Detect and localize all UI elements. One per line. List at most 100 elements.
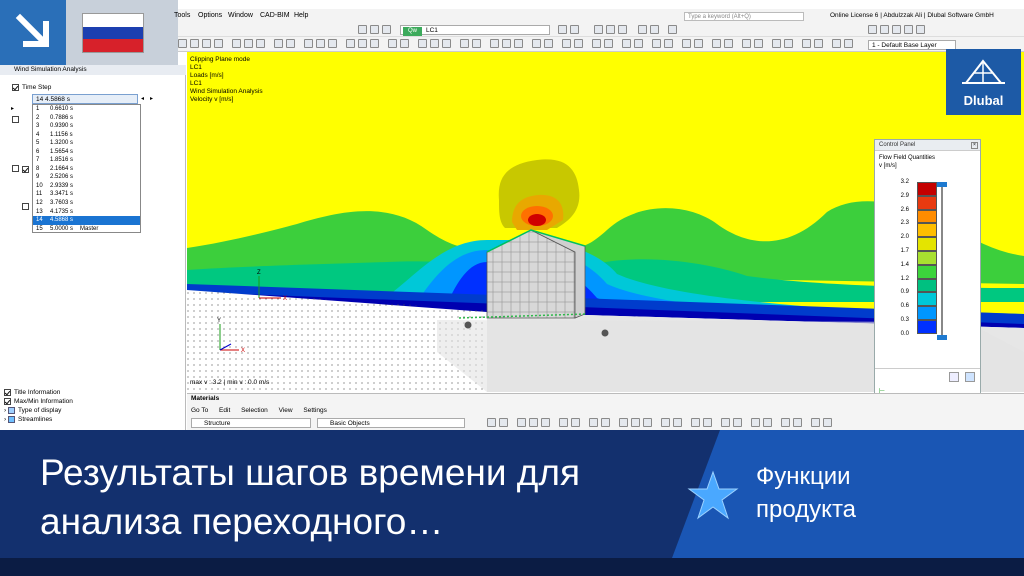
toolbar-button[interactable] [358,25,367,34]
toolbar-button[interactable] [190,39,199,48]
toolbar-button[interactable] [202,39,211,48]
time-step-item[interactable]: 13 4.1735 s [33,208,140,217]
toolbar-button[interactable] [442,39,451,48]
next-step-button[interactable]: ▸ [150,95,153,102]
menu-item-options[interactable]: Options [198,12,222,19]
objects-select[interactable]: Basic Objects [317,418,465,428]
toolbar-button[interactable] [634,39,643,48]
time-step-item[interactable]: 11 3.3471 s [33,190,140,199]
toolbar-button[interactable] [601,418,610,427]
toolbar-button[interactable] [400,39,409,48]
toolbar-button[interactable] [606,25,615,34]
menu-go-to[interactable]: Go To [191,407,208,414]
toolbar-button[interactable] [232,39,241,48]
toolbar-button[interactable] [784,39,793,48]
toolbar-button[interactable] [682,39,691,48]
time-step-item[interactable]: 6 1.5654 s [33,148,140,157]
toolbar-button[interactable] [823,418,832,427]
menu-item-tools[interactable]: Tools [174,12,190,19]
toolbar-button[interactable] [430,39,439,48]
toolbar-button[interactable] [388,39,397,48]
legend-slider-max-handle[interactable] [937,182,947,187]
toolbar-button[interactable] [844,39,853,48]
toolbar-button[interactable] [571,418,580,427]
toolbar-button[interactable] [544,39,553,48]
toolbar-button[interactable] [721,418,730,427]
menu-item-window[interactable]: Window [228,12,253,19]
menu-item-help[interactable]: Help [294,12,308,19]
time-step-item[interactable]: 12 3.7603 s [33,199,140,208]
option-checkbox[interactable] [4,388,11,396]
time-step-item[interactable]: 5 1.3200 s [33,139,140,148]
toolbar-button[interactable] [244,39,253,48]
toolbar-button[interactable] [664,39,673,48]
toolbar-button[interactable] [514,39,523,48]
toolbar-button[interactable] [382,25,391,34]
toolbar-button[interactable] [742,39,751,48]
toolbar-button[interactable] [346,39,355,48]
toolbar-button[interactable] [558,25,567,34]
toolbar-button[interactable] [532,39,541,48]
result-checkbox[interactable] [22,203,29,210]
toolbar-button[interactable] [668,25,677,34]
toolbar-button[interactable] [832,39,841,48]
toolbar-button[interactable] [487,418,496,427]
toolbar-button[interactable] [178,39,187,48]
toolbar-button[interactable] [370,25,379,34]
legend-slider-min-handle[interactable] [937,335,947,340]
toolbar-button[interactable] [592,39,601,48]
option-type-of-display[interactable]: › Type of display [4,406,73,415]
toolbar-button[interactable] [643,418,652,427]
result-checkbox[interactable] [12,116,19,123]
previous-step-button[interactable]: ◂ [141,95,144,102]
toolbar-button[interactable] [286,39,295,48]
toolbar-button[interactable] [868,25,877,34]
collapse-arrow-button[interactable] [0,0,66,65]
toolbar-button[interactable] [574,39,583,48]
time-step-item[interactable]: 9 2.5206 s [33,173,140,182]
toolbar-button[interactable] [328,39,337,48]
toolbar-button[interactable] [594,25,603,34]
toolbar-button[interactable] [490,39,499,48]
toolbar-button[interactable] [541,418,550,427]
toolbar-button[interactable] [604,39,613,48]
toolbar-button[interactable] [892,25,901,34]
toolbar-button[interactable] [562,39,571,48]
result-checkbox[interactable] [22,166,29,173]
tree-toggle[interactable]: ▸ [11,105,14,112]
toolbar-button[interactable] [652,39,661,48]
toolbar-button[interactable] [256,39,265,48]
search-input[interactable]: Type a keyword (Alt+Q) [684,12,804,21]
toolbar-button[interactable] [570,25,579,34]
toolbar-button[interactable] [661,418,670,427]
toolbar-button[interactable] [214,39,223,48]
close-icon[interactable]: × [971,142,978,149]
legend-toggle-button[interactable] [965,372,975,382]
toolbar-button[interactable] [712,39,721,48]
toolbar-button[interactable] [733,418,742,427]
time-step-item[interactable]: 15 5.0000 s Master [33,225,140,234]
toolbar-button[interactable] [502,39,511,48]
time-step-checkbox[interactable] [12,84,19,91]
toolbar-button[interactable] [274,39,283,48]
option-title-information[interactable]: Title Information [4,388,73,397]
time-step-item[interactable]: 1 0.6610 s [33,105,140,114]
toolbar-button[interactable] [814,39,823,48]
option-checkbox[interactable] [4,397,11,405]
toolbar-button[interactable] [802,39,811,48]
toolbar-button[interactable] [460,39,469,48]
toolbar-button[interactable] [673,418,682,427]
toolbar-button[interactable] [638,25,647,34]
toolbar-button[interactable] [781,418,790,427]
toolbar-button[interactable] [529,418,538,427]
toolbar-button[interactable] [619,418,628,427]
toolbar-button[interactable] [472,39,481,48]
toolbar-button[interactable] [754,39,763,48]
toolbar-button[interactable] [703,418,712,427]
toolbar-button[interactable] [589,418,598,427]
toolbar-button[interactable] [499,418,508,427]
menu-edit[interactable]: Edit [219,407,230,414]
toolbar-button[interactable] [751,418,760,427]
time-step-item[interactable]: 10 2.9339 s [33,182,140,191]
toolbar-button[interactable] [316,39,325,48]
